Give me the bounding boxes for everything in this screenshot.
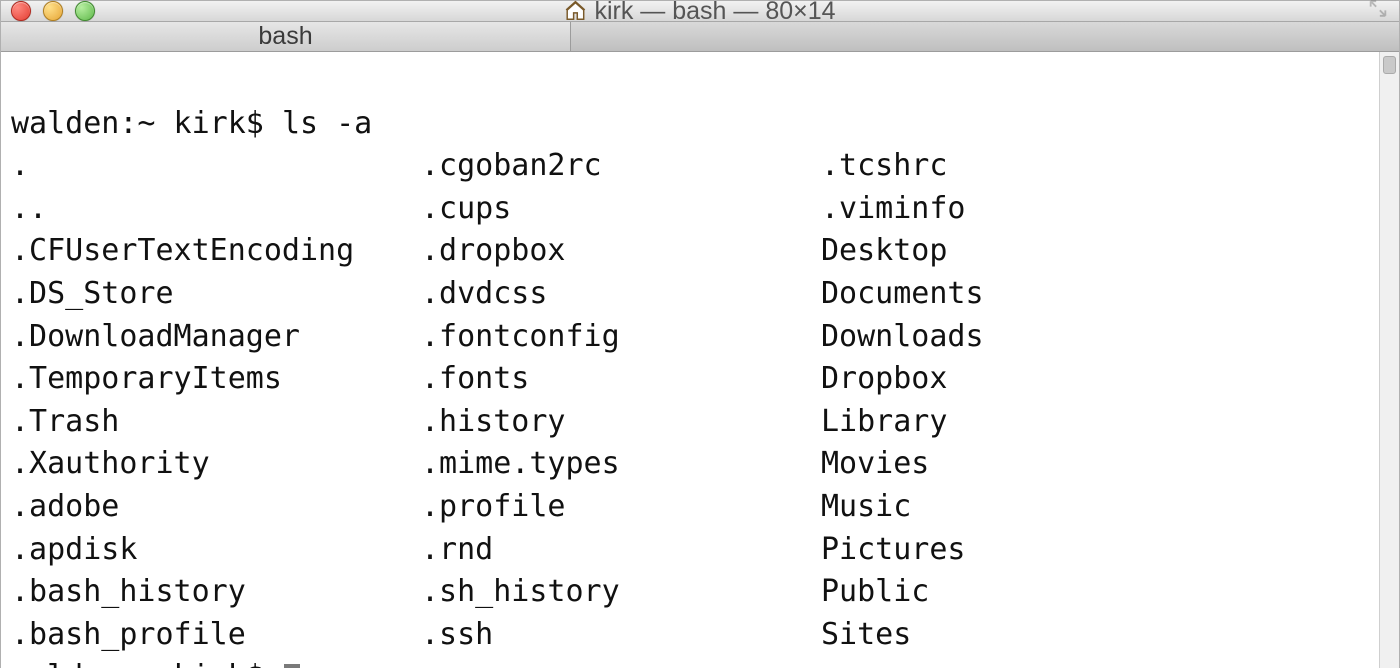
file-entry: .sh_history [421,571,821,614]
file-entry: .dropbox [421,230,821,273]
terminal-window: kirk — bash — 80×14 bash walden:~ kirk$ … [0,0,1400,668]
fullscreen-icon[interactable] [1367,0,1389,25]
file-entry: .cgoban2rc [421,145,821,188]
ls-column-2: .cgoban2rc.cups.dropbox.dvdcss.fontconfi… [421,145,821,656]
file-entry: .adobe [11,486,421,529]
window-title-text: kirk — bash — 80×14 [594,0,835,26]
prompt-line-1: walden:~ kirk$ ls -a [11,106,372,141]
file-entry: .Trash [11,401,421,444]
file-entry: Dropbox [821,358,1369,401]
file-entry: Downloads [821,316,1369,359]
file-entry: Sites [821,614,1369,657]
terminal-area: walden:~ kirk$ ls -a ....CFUserTextEncod… [1,52,1399,668]
file-entry: .cups [421,188,821,231]
file-entry: .fontconfig [421,316,821,359]
tab-bar: bash [1,22,1399,52]
ls-column-3: .tcshrc.viminfoDesktopDocumentsDownloads… [821,145,1369,656]
file-entry: .profile [421,486,821,529]
file-entry: . [11,145,421,188]
window-titlebar[interactable]: kirk — bash — 80×14 [1,1,1399,22]
tab-bash[interactable]: bash [1,22,571,51]
prompt-line-2: walden:~ kirk$ [11,659,300,668]
tab-label: bash [258,22,312,51]
file-entry: .Xauthority [11,443,421,486]
prompt-prefix: walden:~ kirk$ [11,659,282,668]
file-entry: .tcshrc [821,145,1369,188]
minimize-button[interactable] [43,1,63,21]
file-entry: .bash_history [11,571,421,614]
scrollbar-track[interactable] [1379,52,1399,668]
file-entry: Documents [821,273,1369,316]
file-entry: .apdisk [11,529,421,572]
close-button[interactable] [11,1,31,21]
file-entry: .history [421,401,821,444]
scrollbar-thumb[interactable] [1383,56,1396,74]
file-entry: .bash_profile [11,614,421,657]
traffic-lights [11,1,95,21]
file-entry: Library [821,401,1369,444]
file-entry: .ssh [421,614,821,657]
zoom-button[interactable] [75,1,95,21]
file-entry: .dvdcss [421,273,821,316]
prompt-prefix: walden:~ kirk$ [11,106,282,141]
file-entry: .TemporaryItems [11,358,421,401]
ls-column-1: ....CFUserTextEncoding.DS_Store.Download… [11,145,421,656]
file-entry: .viminfo [821,188,1369,231]
terminal-output[interactable]: walden:~ kirk$ ls -a ....CFUserTextEncod… [1,52,1379,668]
file-entry: .rnd [421,529,821,572]
file-entry: .fonts [421,358,821,401]
file-entry: .mime.types [421,443,821,486]
file-entry: .CFUserTextEncoding [11,230,421,273]
file-entry: Movies [821,443,1369,486]
file-entry: Desktop [821,230,1369,273]
file-entry: .DS_Store [11,273,421,316]
ls-output: ....CFUserTextEncoding.DS_Store.Download… [11,145,1369,656]
file-entry: Pictures [821,529,1369,572]
file-entry: Public [821,571,1369,614]
file-entry: Music [821,486,1369,529]
command-text: ls -a [282,106,372,141]
file-entry: .. [11,188,421,231]
window-title: kirk — bash — 80×14 [564,0,835,26]
file-entry: .DownloadManager [11,316,421,359]
home-icon [564,0,586,22]
cursor [284,664,300,668]
